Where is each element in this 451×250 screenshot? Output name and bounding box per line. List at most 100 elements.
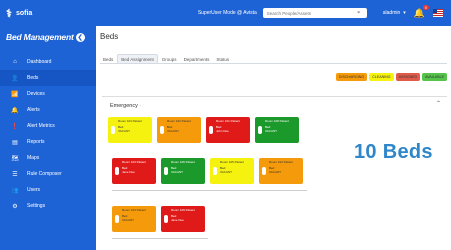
bed-card[interactable]: Room 109 Patient Bed Jane Doe xyxy=(161,206,205,232)
chevron-down-icon: ▾ xyxy=(403,10,406,16)
bed-card[interactable]: Room 108 Patient Bed VACANT xyxy=(255,117,299,143)
bed-icon xyxy=(111,126,115,134)
legend-cleaning: CLEANING xyxy=(369,73,394,81)
card-status: VACANT xyxy=(118,129,130,134)
sidebar-item-devices[interactable]: 📶 Devices xyxy=(0,86,96,102)
bed-card[interactable]: Room 104 Patient Bed VACANT xyxy=(108,117,152,143)
card-status: Jane Doe xyxy=(171,218,184,223)
emergency-panel: Emergency · ⌃ 10 Beds Room 104 Patient Be… xyxy=(102,96,447,248)
card-title: Room 108 Patient xyxy=(265,119,290,123)
collapse-sidebar-icon[interactable]: ❮ xyxy=(75,32,85,42)
main-content: Beds Beds Bed Assignment Groups Departme… xyxy=(96,26,451,250)
report-icon: ▤ xyxy=(12,139,18,146)
top-bar: ⚕ sofia SuperUser Mode @ Avista ⏷ aladmi… xyxy=(0,0,451,26)
users-icon: 👥 xyxy=(11,187,19,194)
filter-icon[interactable]: ⏷ xyxy=(357,10,361,16)
legend-available: AVAILABLE xyxy=(422,73,447,81)
bed-card[interactable]: Room 102 Patient Bed VACANT xyxy=(259,158,303,184)
search-input[interactable] xyxy=(266,10,355,16)
bed-icon xyxy=(213,167,217,175)
app-logo[interactable]: ⚕ sofia xyxy=(6,7,32,20)
sidebar-nav: ⌂ Dashboard 👤 Beds 📶 Devices 🔔 Alerts ❗ Alert… xyxy=(0,54,96,214)
sidebar-item-dashboard[interactable]: ⌂ Dashboard xyxy=(0,54,96,70)
sidebar-item-label: Alerts xyxy=(27,107,40,113)
user-name: aladmin xyxy=(382,10,401,16)
app-window: ⚕ sofia SuperUser Mode @ Avista ⏷ aladmi… xyxy=(0,0,451,250)
card-title: Room 102 Patient xyxy=(269,160,294,164)
card-status: VACANT xyxy=(167,129,179,134)
panel-title: Emergency · xyxy=(110,103,142,109)
bed-icon xyxy=(115,215,119,223)
legend-assigned: ASSIGNED xyxy=(395,73,421,81)
sidebar-title: Bed Management xyxy=(6,32,74,42)
card-status: Jane Doe xyxy=(122,170,135,175)
card-status: VACANT xyxy=(265,129,277,134)
legend-discharging: DISCHARGING xyxy=(335,73,368,81)
sofia-logo-icon: ⚕ xyxy=(6,7,12,20)
rule-icon: ☰ xyxy=(12,171,18,178)
bed-icon xyxy=(160,126,164,134)
map-icon: 🗺 xyxy=(11,155,19,162)
search-box[interactable]: ⏷ xyxy=(262,8,367,18)
bed-card[interactable]: Room 106 Patient Bed VACANT xyxy=(161,158,205,184)
card-title: Room 104 Patient xyxy=(118,119,143,123)
bed-icon xyxy=(115,167,119,175)
sidebar-item-reports[interactable]: ▤ Reports xyxy=(0,134,96,150)
person-icon: 👤 xyxy=(11,75,19,82)
status-legend: DISCHARGING CLEANING ASSIGNED AVAILABLE xyxy=(334,73,447,81)
sidebar-item-label: Alert Metrics xyxy=(27,123,55,129)
row-divider xyxy=(112,238,208,239)
info-icon: · xyxy=(139,103,142,109)
card-title: Room 103 Patient xyxy=(122,208,147,212)
language-flag-icon[interactable] xyxy=(433,9,443,17)
bell-icon: 🔔 xyxy=(11,107,19,114)
card-title: Room 106 Patient xyxy=(171,160,196,164)
sidebar-item-beds[interactable]: 👤 Beds xyxy=(0,70,96,86)
card-title: Room 103 Patient xyxy=(122,160,147,164)
sidebar-header: Bed Management ❮ xyxy=(0,26,96,48)
bed-card[interactable]: Room 103 Patient Bed Jane Doe xyxy=(112,158,156,184)
sidebar-item-label: Reports xyxy=(27,139,45,145)
bed-count: 10 Beds xyxy=(354,141,433,163)
card-status: VACANT xyxy=(220,170,232,175)
bed-icon xyxy=(164,167,168,175)
bed-icon xyxy=(164,215,168,223)
collapse-panel-icon[interactable]: ⌃ xyxy=(436,100,441,107)
panel-title-text: Emergency xyxy=(110,103,138,109)
sidebar-item-alert-metrics[interactable]: ❗ Alert Metrics xyxy=(0,118,96,134)
bed-card[interactable]: Room 102 Patient Bed VACANT xyxy=(157,117,201,143)
bed-icon xyxy=(262,167,266,175)
sidebar-item-settings[interactable]: ⚙ Settings xyxy=(0,198,96,214)
sidebar-item-label: Settings xyxy=(27,203,46,209)
sidebar-item-maps[interactable]: 🗺 Maps xyxy=(0,150,96,166)
bed-card[interactable]: Room 101 Patient Bed John Doe xyxy=(206,117,250,143)
bed-card[interactable]: Room 103 Patient Bed VACANT xyxy=(112,206,156,232)
home-icon: ⌂ xyxy=(13,59,17,65)
sidebar-item-label: Users xyxy=(27,187,41,193)
notifications-button[interactable]: 🔔 0 xyxy=(414,4,429,19)
user-menu[interactable]: aladmin ▾ xyxy=(383,10,406,16)
notification-badge: 0 xyxy=(422,4,429,10)
row-divider xyxy=(112,190,307,191)
card-title: Room 109 Patient xyxy=(171,208,196,212)
bed-icon xyxy=(258,126,262,134)
sidebar-item-label: Dashboard xyxy=(27,59,52,65)
alert-circle-icon: ❗ xyxy=(11,123,19,130)
card-title: Room 102 Patient xyxy=(167,119,192,123)
bed-card[interactable]: Room 105 Patient Bed VACANT xyxy=(210,158,254,184)
card-title: Room 105 Patient xyxy=(220,160,245,164)
card-status: VACANT xyxy=(122,218,134,223)
card-status: VACANT xyxy=(171,170,183,175)
sidebar-item-rule-composer[interactable]: ☰ Rule Composer xyxy=(0,166,96,182)
sidebar-item-label: Rule Composer xyxy=(27,171,62,177)
wifi-icon: 📶 xyxy=(11,91,19,98)
sidebar-item-label: Devices xyxy=(27,91,45,97)
sidebar-item-label: Maps xyxy=(27,155,40,161)
tab-divider xyxy=(100,63,447,64)
sidebar-item-users[interactable]: 👥 Users xyxy=(0,182,96,198)
sidebar-item-alerts[interactable]: 🔔 Alerts xyxy=(0,102,96,118)
app-name: sofia xyxy=(15,9,33,17)
card-status: VACANT xyxy=(269,170,281,175)
card-status: John Doe xyxy=(216,129,229,134)
page-title: Beds xyxy=(100,32,119,41)
